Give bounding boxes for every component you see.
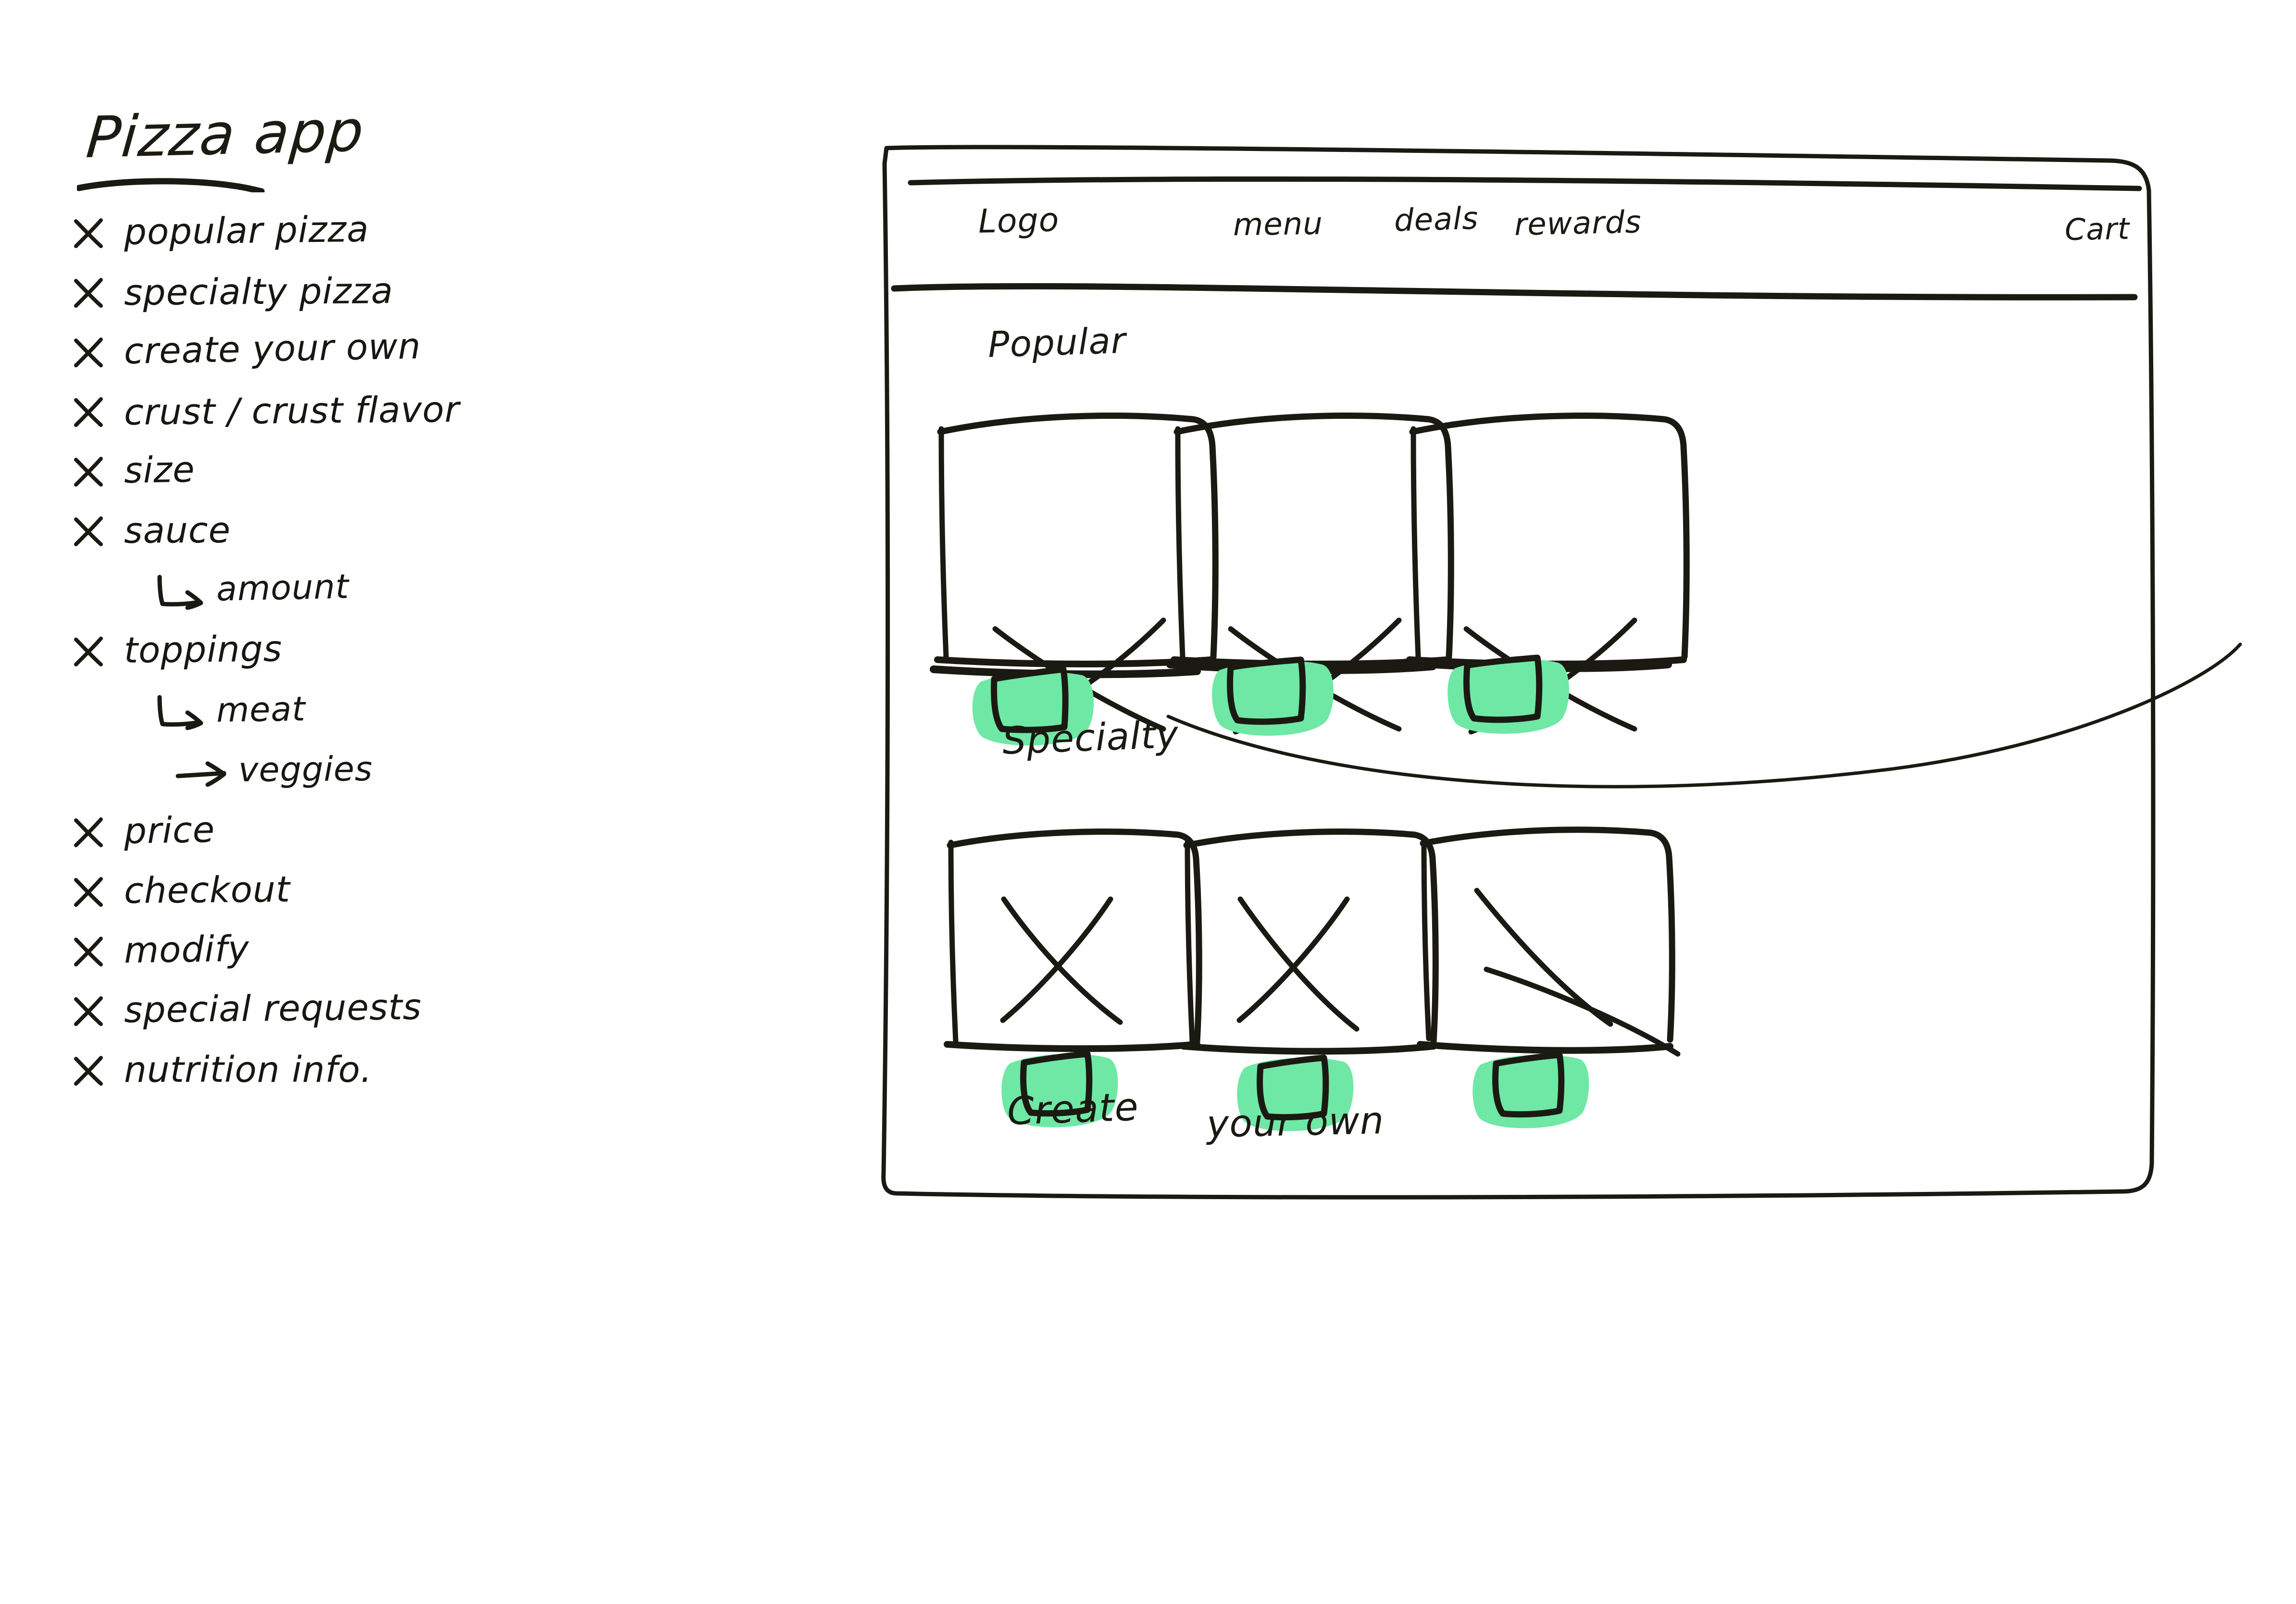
checklist-item: crust / crust flavor	[72, 388, 784, 450]
corner-arrow-icon	[153, 575, 211, 611]
x-mark	[72, 994, 105, 1027]
x-mark	[72, 875, 105, 908]
checklist-item: create your own	[72, 326, 784, 390]
sketch-canvas: Pizza app popular pizza specialty pizza cr…	[0, 0, 2296, 1604]
nav-logo-label[interactable]: Logo	[978, 201, 1060, 241]
nav-rewards-label[interactable]: rewards	[1514, 204, 1642, 243]
checklist-item: price	[72, 809, 784, 870]
checklist-item-label: price	[124, 809, 215, 852]
feature-checklist-panel: Pizza app popular pizza specialty pizza cr…	[72, 97, 784, 1519]
x-mark	[72, 455, 105, 488]
checklist-item-label: checkout	[124, 868, 291, 912]
checklist-item: nutrition info.	[72, 1049, 784, 1109]
card-button-highlight	[1212, 656, 1334, 736]
checklist-item-label: special requests	[124, 986, 422, 1031]
checklist-item: specialty pizza	[72, 270, 784, 331]
checklist-item-label: veggies	[238, 749, 373, 789]
x-mark	[72, 276, 105, 309]
section-heading-create-own: Create	[1006, 1084, 1140, 1134]
checklist-item: modify	[72, 928, 784, 990]
card-button-highlight	[1472, 1052, 1589, 1128]
nav-deals-label[interactable]: deals	[1394, 201, 1479, 239]
checklist-item-label: create your own	[124, 326, 422, 372]
checklist-item-label: toppings	[124, 628, 283, 671]
x-mark	[72, 815, 105, 848]
checklist-item-label: specialty pizza	[124, 270, 394, 313]
browser-wireframe: Logo menu deals rewards Cart Popular Spe…	[880, 144, 2242, 1356]
checklist-item: special requests	[72, 986, 784, 1049]
x-mark	[72, 514, 105, 547]
x-mark	[72, 1054, 105, 1087]
x-mark	[72, 395, 105, 428]
checklist-subitem: veggies	[72, 749, 784, 811]
x-mark	[72, 336, 105, 368]
checklist-item: checkout	[72, 868, 784, 930]
checklist: popular pizza specialty pizza create your …	[72, 208, 784, 1109]
checklist-item-label: nutrition info.	[124, 1049, 373, 1090]
card-button-highlight	[1447, 654, 1569, 734]
x-mark	[72, 216, 105, 249]
checklist-item: toppings	[72, 628, 784, 689]
checklist-item-label: sauce	[124, 509, 231, 551]
title-underline	[75, 178, 269, 195]
checklist-subitem: meat	[72, 689, 784, 750]
checklist-item-label: crust / crust flavor	[124, 388, 460, 433]
checklist-item: popular pizza	[72, 208, 784, 271]
checklist-item-label: popular pizza	[124, 208, 370, 253]
nav-cart-label[interactable]: Cart	[2064, 211, 2130, 247]
page-title: Pizza app	[84, 97, 367, 171]
right-arrow-icon	[174, 756, 232, 791]
nav-menu-label[interactable]: menu	[1233, 206, 1323, 243]
checklist-item: size	[72, 449, 784, 510]
checklist-item-label: meat	[216, 689, 306, 730]
x-mark	[72, 935, 105, 967]
checklist-item: sauce	[72, 510, 784, 569]
checklist-item-label: modify	[124, 928, 250, 971]
corner-arrow-icon	[153, 695, 211, 731]
checklist-item-label: amount	[216, 566, 349, 609]
section-heading-popular: Popular	[987, 320, 1127, 366]
section-heading-create-own-suffix: your own	[1206, 1099, 1385, 1146]
checklist-subitem: amount	[72, 566, 784, 630]
section-heading-specialty: Specialty	[1001, 713, 1180, 764]
x-mark	[72, 635, 105, 667]
checklist-item-label: size	[124, 449, 196, 491]
